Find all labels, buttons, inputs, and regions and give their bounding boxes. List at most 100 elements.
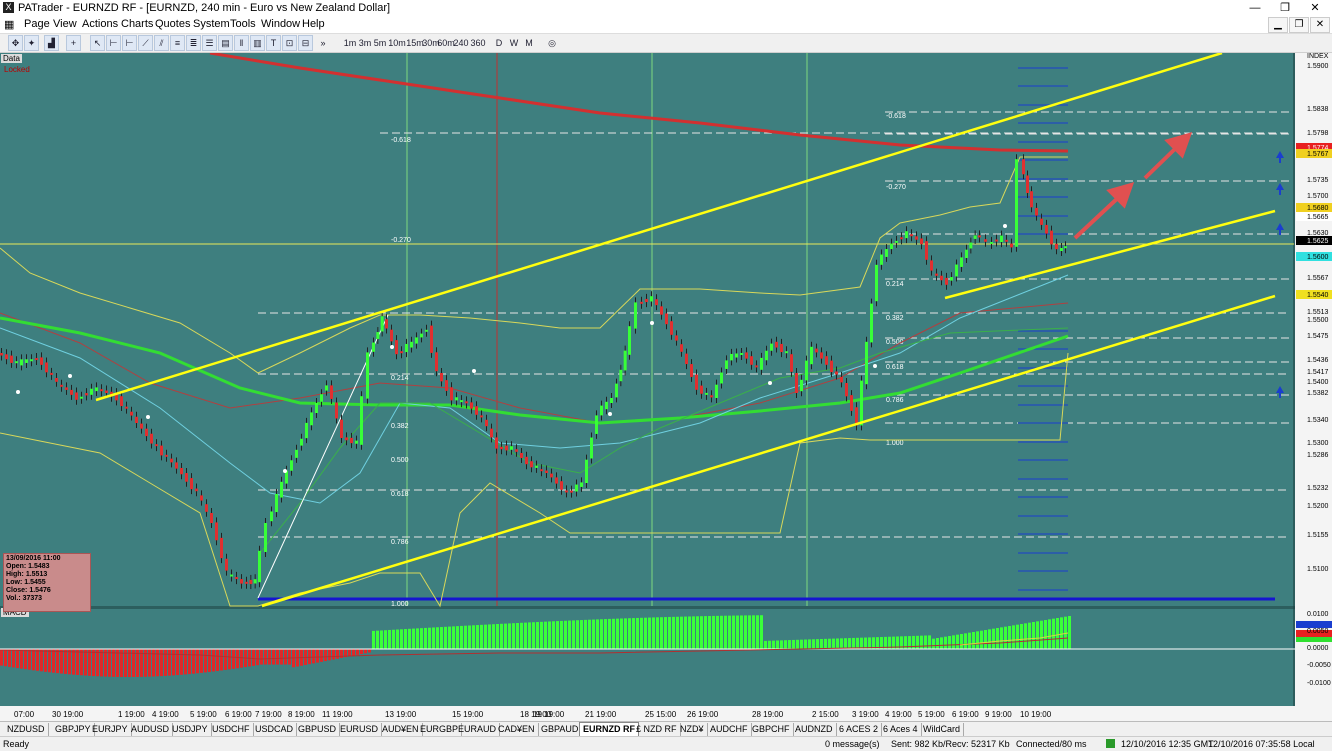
symbol-tab[interactable]: 6 Aces 4 [880,723,922,736]
menu-charts[interactable]: Charts [121,18,153,30]
menu-help[interactable]: Help [302,18,325,30]
tool-icon[interactable]: ⊟ [298,35,313,51]
fib-icon[interactable]: ≡ [170,35,185,51]
timeframe-360[interactable]: 360 [470,36,486,50]
menu-view[interactable]: View [53,18,77,30]
candle-bull [80,396,83,399]
more-tools-icon[interactable]: » [318,36,328,50]
symbol-tab[interactable]: USDCHF [209,723,254,736]
chart-icon[interactable]: ▟ [44,35,59,51]
macd-bar-positive [784,640,787,649]
trendline-icon[interactable]: ⟋ [138,35,153,51]
candle-bear [85,393,88,396]
symbol-tab[interactable]: EURJPY [89,723,132,736]
macd-bar-negative [24,649,27,670]
symbol-tab[interactable]: CAD¥EN [495,723,539,736]
symbol-tab[interactable]: EURUSD [337,723,383,736]
menu-actions[interactable]: Actions [82,18,118,30]
timeframe-monthly[interactable]: M [523,36,535,50]
symbol-tab[interactable]: GBPAUD [538,723,583,736]
symbol-tab[interactable]: GBPCHF [749,723,794,736]
menu-system[interactable]: System [193,18,230,30]
fib-label: -0.270 [886,184,906,191]
tool-icon[interactable]: ✥ [8,35,23,51]
symbol-tab[interactable]: £ NZD RF [633,723,681,736]
time-axis-label: 30 19:00 [52,710,84,719]
menu-tools[interactable]: Tools [230,18,256,30]
macd-bar-positive [740,615,743,649]
macd-bar-positive [540,621,543,649]
timeframe-3m[interactable]: 3m [358,36,372,50]
fib-label: 0.618 [886,364,904,371]
candle-bull [870,303,873,343]
close-button[interactable]: ✕ [1300,0,1330,16]
symbol-tab[interactable]: AUDNZD [792,723,837,736]
symbol-tab[interactable]: EURNZD RF [579,722,639,737]
timeframe-240[interactable]: 240 [453,36,469,50]
macd-bar-positive [468,625,471,649]
timeframe-10m[interactable]: 10m [388,36,406,50]
candle-bear [215,522,218,541]
candle-bear [815,348,818,353]
refresh-icon[interactable]: ◎ [545,36,559,50]
candle-bull [366,352,369,399]
mdi-minimize-button[interactable]: ▁ [1268,17,1288,33]
page-menu-icon[interactable]: ▦ [4,18,14,31]
grid-icon[interactable]: ▥ [250,35,265,51]
candle-bull [973,235,977,239]
menu-page[interactable]: Page [24,18,50,30]
macd-bar-negative [360,649,363,655]
fib-icon[interactable]: ▤ [218,35,233,51]
minimize-button[interactable]: — [1240,0,1270,16]
text-icon[interactable]: T [266,35,281,51]
fib-label: 0.786 [391,539,409,546]
macd-bar-positive [636,617,639,649]
timeframe-1m[interactable]: 1m [343,36,357,50]
line-tool-icon[interactable]: ⊢ [106,35,121,51]
macd-bar-positive [504,623,507,649]
symbol-tab[interactable]: WildCard [920,723,965,736]
menu-window[interactable]: Window [261,18,300,30]
cursor-icon[interactable]: ↖ [90,35,105,51]
candle-bear [60,384,63,387]
menu-quotes[interactable]: Quotes [155,18,190,30]
symbol-tab[interactable]: EURAUD [455,723,501,736]
chart-area[interactable]: -0.618 -0.270 0.214 0.382 0.500 0.618 0.… [0,53,1332,721]
candle-bear [125,406,128,409]
symbol-tab[interactable]: NZD¥ [677,723,708,736]
mdi-close-button[interactable]: ✕ [1310,17,1330,33]
macd-bar-negative [220,649,223,671]
symbol-tab[interactable]: NZDUSD [4,723,49,736]
tool-icon[interactable]: ✦ [24,35,39,51]
macd-bar-positive [680,616,683,649]
candle-bear [450,387,453,401]
candle-bull [1064,246,1067,249]
fib-icon[interactable]: ☰ [202,35,217,51]
symbol-tab[interactable]: 6 ACES 2 [836,723,883,736]
timeframe-5m[interactable]: 5m [373,36,387,50]
fib-time-icon[interactable]: ‖ [234,35,249,51]
fib-icon[interactable]: ≣ [186,35,201,51]
candle-bear [470,402,473,409]
time-axis-label: 4 19:00 [885,710,912,719]
symbol-tab[interactable]: AUDCHF [707,723,752,736]
candle-bull [410,341,413,348]
line-tool-icon[interactable]: ⊢ [122,35,137,51]
symbol-tab[interactable]: AUD¥EN [379,723,423,736]
symbol-tab[interactable]: GBPUSD [295,723,341,736]
crosshair-icon[interactable]: + [66,35,81,51]
mdi-restore-button[interactable]: ❐ [1289,17,1309,33]
timeframe-weekly[interactable]: W [508,36,520,50]
candle-bear [190,478,193,490]
tool-icon[interactable]: ⊡ [282,35,297,51]
time-axis-label: 13 19:00 [385,710,417,719]
timeframe-daily[interactable]: D [493,36,505,50]
macd-bar-positive [464,625,467,649]
symbol-tab[interactable]: USDJPY [169,723,212,736]
candle-bull [1000,235,1003,243]
symbol-tab[interactable]: AUDUSD [128,723,174,736]
channel-icon[interactable]: ⫽ [154,35,169,51]
maximize-button[interactable]: ❐ [1270,0,1300,16]
macd-bar-negative [52,649,55,673]
symbol-tab[interactable]: USDCAD [252,723,298,736]
